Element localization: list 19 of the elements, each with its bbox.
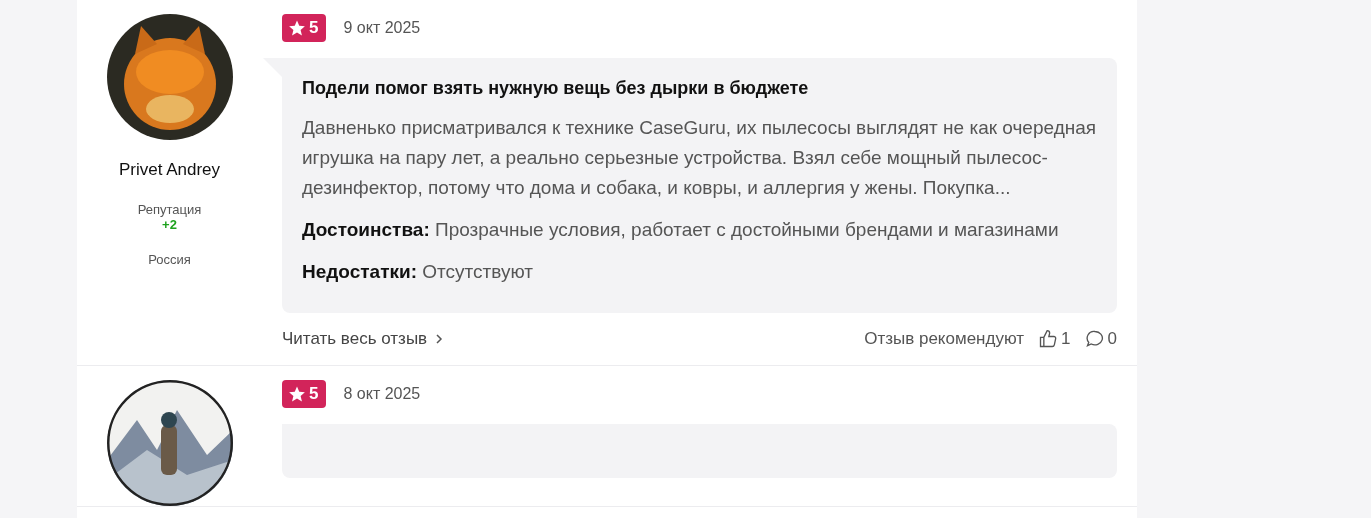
rating-badge: 5: [282, 380, 327, 408]
cons-text: Недостатки: Отсутствуют: [302, 260, 534, 284]
star-icon: [288, 19, 306, 37]
star-icon: [288, 385, 306, 403]
reputation-score: +2: [162, 217, 177, 232]
comments-button[interactable]: 0: [1084, 329, 1117, 349]
chevron-icon: [435, 334, 444, 344]
rating-badge: 5: [282, 14, 327, 42]
recommend-label: Отзыв рекомендуют: [864, 329, 1025, 349]
review-text: Давненько присматривался к технике CaseGuru, их пылесосы выглядят не как очередная игрушка на пару лет, а реально серьезные устройства. Взял себе мощный пылесос-дезинфектор, потому что дома и собака, и ковры, и аллергия у жены. Покупка...: [302, 116, 1097, 200]
like-button[interactable]: 1: [1038, 329, 1071, 349]
read-more-link[interactable]: Читать весь отзыв: [282, 329, 444, 349]
pros-text: Достоинства: Прозрачные условия, работает с достойными брендами и магазинами: [302, 218, 1060, 242]
review-title: Подели помог взять нужную вещь без дырки в бюджете: [302, 78, 810, 99]
review-date: 9 окт 2025: [343, 19, 421, 37]
country-label: Россия: [148, 252, 191, 267]
reputation-label: Репутация: [137, 202, 202, 217]
author-name[interactable]: Privet Andrey: [118, 160, 221, 180]
review-date: 8 окт 2025: [343, 385, 421, 403]
